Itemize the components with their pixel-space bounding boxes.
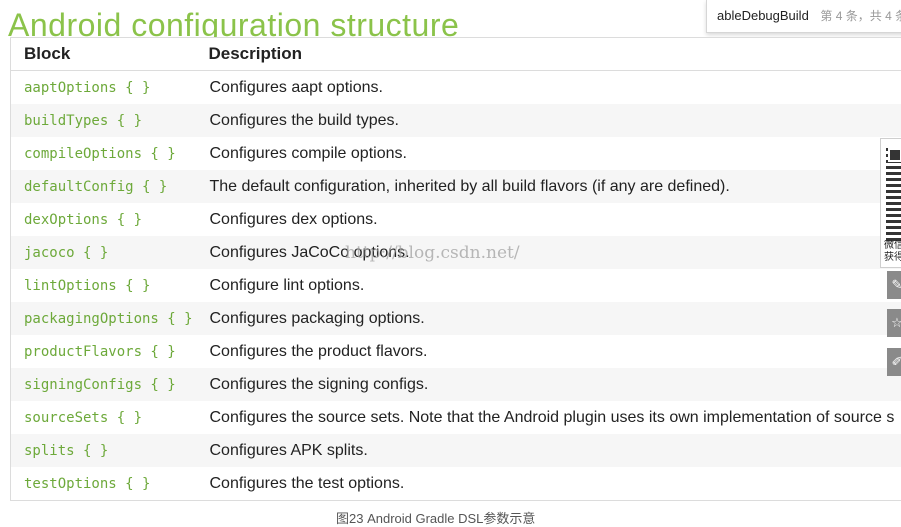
table-row: signingConfigs { } Configures the signin…: [11, 368, 901, 401]
block-description: Configures packaging options.: [196, 302, 901, 335]
block-name[interactable]: aaptOptions { }: [11, 71, 196, 105]
table-row: defaultConfig { } The default configurat…: [11, 170, 901, 203]
block-description: Configures the source sets. Note that th…: [196, 401, 901, 434]
qr-code-icon: [886, 145, 901, 241]
block-name[interactable]: buildTypes { }: [11, 104, 196, 137]
block-name[interactable]: compileOptions { }: [11, 137, 196, 170]
table-row: testOptions { } Configures the test opti…: [11, 467, 901, 501]
qr-caption: 微信 获得: [884, 240, 901, 264]
find-in-page-popup: ableDebugBuild 第 4 条，共 4 条: [706, 0, 901, 33]
block-description: Configures the signing configs.: [196, 368, 901, 401]
table-row: compileOptions { } Configures compile op…: [11, 137, 901, 170]
qr-code-panel[interactable]: 微信 获得: [880, 138, 901, 268]
figure-caption: 图23 Android Gradle DSL参数示意: [336, 508, 535, 527]
block-description: Configures aapt options.: [196, 71, 901, 105]
block-name[interactable]: jacoco { }: [11, 236, 196, 269]
block-name[interactable]: packagingOptions { }: [11, 302, 196, 335]
block-name[interactable]: productFlavors { }: [11, 335, 196, 368]
block-description: Configures APK splits.: [196, 434, 901, 467]
watermark-url: http://blog.csdn.net/: [345, 243, 520, 263]
table-row: sourceSets { } Configures the source set…: [11, 401, 901, 434]
block-name[interactable]: lintOptions { }: [11, 269, 196, 302]
edit-button[interactable]: ✎: [887, 271, 901, 299]
table-row: aaptOptions { } Configures aapt options.: [11, 71, 901, 105]
star-icon: ☆: [891, 315, 901, 330]
block-description: The default configuration, inherited by …: [196, 170, 901, 203]
block-name[interactable]: testOptions { }: [11, 467, 196, 501]
table-row: buildTypes { } Configures the build type…: [11, 104, 901, 137]
table-row: dexOptions { } Configures dex options.: [11, 203, 901, 236]
block-description: Configures compile options.: [196, 137, 901, 170]
block-description: Configures the test options.: [196, 467, 901, 501]
block-description: Configures the build types.: [196, 104, 901, 137]
favorite-button[interactable]: ☆: [887, 309, 901, 337]
search-match-count: 第 4 条，共 4 条: [820, 9, 901, 23]
block-name[interactable]: sourceSets { }: [11, 401, 196, 434]
pencil-icon: ✐: [892, 354, 901, 369]
table-header-row: Block Description: [11, 38, 901, 71]
block-name[interactable]: defaultConfig { }: [11, 170, 196, 203]
block-name[interactable]: splits { }: [11, 434, 196, 467]
comment-button[interactable]: ✐: [887, 348, 901, 376]
qr-caption-line-1: 微信: [884, 240, 901, 252]
block-description: Configures JaCoCo options.: [196, 236, 901, 269]
qr-caption-line-2: 获得: [884, 252, 901, 264]
block-description: Configures dex options.: [196, 203, 901, 236]
table-row: splits { } Configures APK splits.: [11, 434, 901, 467]
block-name[interactable]: signingConfigs { }: [11, 368, 196, 401]
block-description: Configures the product flavors.: [196, 335, 901, 368]
column-header-description: Description: [196, 38, 901, 71]
search-term: ableDebugBuild: [717, 8, 809, 23]
block-name[interactable]: dexOptions { }: [11, 203, 196, 236]
edit-icon: ✎: [892, 277, 901, 292]
table-row: lintOptions { } Configure lint options.: [11, 269, 901, 302]
column-header-block: Block: [11, 38, 196, 71]
block-description: Configure lint options.: [196, 269, 901, 302]
table-row: packagingOptions { } Configures packagin…: [11, 302, 901, 335]
table-row: productFlavors { } Configures the produc…: [11, 335, 901, 368]
configuration-table: Block Description aaptOptions { } Config…: [10, 37, 901, 501]
